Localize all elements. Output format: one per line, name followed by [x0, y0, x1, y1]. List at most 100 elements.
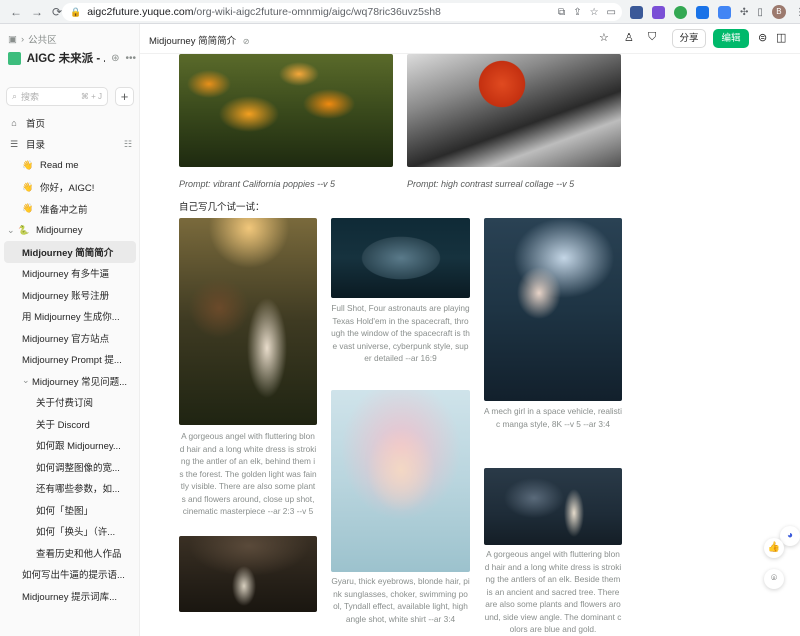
share-button[interactable]: 分享 — [672, 29, 706, 48]
astronauts-poker-image[interactable] — [331, 218, 470, 298]
sidebar-item-label: Midjourney 常见问题... — [32, 376, 128, 388]
sidebar-item[interactable]: ⌄ Midjourney 常见问题... — [4, 370, 136, 392]
sidebar-item-label: 如何跟 Midjourney... — [36, 441, 121, 453]
extension-icon[interactable] — [674, 5, 687, 19]
sidebar-item[interactable]: 👋 准备冲之前 — [4, 198, 136, 220]
prompt-astronauts-text: Full Shot, Four astronauts are playing T… — [331, 303, 470, 363]
sidebar-item[interactable]: 如何写出牛逼的提示语... — [4, 564, 136, 586]
angel-elk-image[interactable] — [179, 218, 317, 425]
sidebar-item-label: 目录 — [26, 140, 46, 152]
prompt-mech-text: A mech girl in a space vehicle, realisti… — [484, 406, 622, 429]
sidebar-item[interactable]: ⌄ 🐍 Midjourney — [4, 220, 136, 242]
split-view-icon[interactable]: ▯ — [757, 7, 763, 18]
reload-icon[interactable]: ⟳ — [52, 5, 62, 19]
emoji-icon: 👋 — [22, 181, 34, 192]
gyaru-portrait-image[interactable] — [331, 390, 470, 572]
angel-tree-image[interactable] — [484, 468, 622, 545]
translate-icon[interactable] — [718, 5, 731, 19]
puzzle-icon[interactable]: ✣ — [740, 7, 748, 18]
sidebar-item[interactable]: ☰ 目录 ☷ — [4, 134, 136, 156]
sidebar-item-label: 查看历史和他人作品 — [36, 548, 122, 560]
angel-forest-small-image[interactable] — [179, 536, 317, 612]
caption-collage: Prompt: high contrast surreal collage --… — [407, 179, 575, 189]
breadcrumb-space[interactable]: 公共区 — [28, 32, 57, 46]
comment-icon[interactable]: ⌾ — [764, 569, 784, 589]
sidebar-item[interactable]: 👋 Read me — [4, 155, 136, 177]
profile-avatar[interactable]: B — [771, 5, 786, 19]
sidebar-item[interactable]: Midjourney 提示词库... — [4, 585, 136, 607]
surreal-collage-image[interactable] — [407, 54, 621, 167]
sidebar-item[interactable]: Midjourney 有多牛逼 — [4, 263, 136, 285]
doc-content: Prompt: vibrant California poppies --v 5… — [140, 54, 800, 636]
sidebar-item[interactable]: Midjourney 账号注册 — [4, 284, 136, 306]
sidebar-item[interactable]: 关于付费订阅 — [4, 392, 136, 414]
sidebar-item-label: 关于付费订阅 — [36, 398, 94, 410]
back-icon[interactable]: ← — [10, 5, 22, 19]
toc-settings-icon[interactable]: ☷ — [124, 139, 132, 150]
sidebar-item-label: Midjourney 提示词库... — [22, 591, 118, 603]
bookmark-star-icon[interactable]: ☆ — [590, 7, 599, 18]
sidebar-item[interactable]: Midjourney 官方站点 — [4, 327, 136, 349]
doc-header: Midjourney 简简简介 ⊘ ☆ ♙ ⛉ 分享 编辑 ⊜ ◫ — [140, 24, 800, 54]
install-icon[interactable]: ⧉ — [558, 7, 565, 18]
sidebar-item-label: 关于 Discord — [36, 419, 90, 431]
sidebar-item[interactable]: ⌂ 首页 — [4, 112, 136, 134]
share-page-icon[interactable]: ⇪ — [573, 7, 581, 18]
extension-icon[interactable] — [652, 5, 665, 19]
poppies-image[interactable] — [179, 54, 393, 167]
sidebar-item-label: Midjourney 官方站点 — [22, 333, 110, 345]
sidebar-item[interactable]: 如何跟 Midjourney... — [4, 435, 136, 457]
prompt-angel2-text: A gorgeous angel with fluttering blond h… — [484, 549, 622, 634]
sidebar-item[interactable]: 👋 你好，AIGC! — [4, 177, 136, 199]
sidebar-panel-icon[interactable]: ▭ — [607, 7, 616, 18]
breadcrumb[interactable]: ▣ › 公共区 — [8, 32, 57, 47]
more-options-icon[interactable]: ••• — [125, 53, 136, 64]
sidebar-item[interactable]: 如何「换头」（许... — [4, 521, 136, 543]
sidebar-item-label: 准备冲之前 — [40, 204, 88, 216]
extension-icon[interactable] — [696, 5, 709, 19]
sidebar-item[interactable]: 如何「垫图」 — [4, 499, 136, 521]
add-button[interactable]: + — [115, 87, 134, 106]
forward-icon[interactable]: → — [31, 5, 43, 19]
comments-icon[interactable]: ⊜ — [758, 31, 767, 44]
emoji-icon: 👋 — [22, 203, 34, 214]
page-title: Midjourney 简简简介 — [149, 36, 237, 47]
doc-title-area: Midjourney 简简简介 ⊘ — [149, 33, 249, 47]
url-host: aigc2future.yuque.com — [87, 6, 194, 18]
chevron-down-icon[interactable]: ⌄ — [22, 375, 30, 386]
like-icon[interactable]: 👍 — [764, 538, 784, 558]
book-title[interactable]: AIGC 未来派 - ... — [27, 50, 105, 66]
sidebar: ▣ › 公共区 AIGC 未来派 - ... ⊛ ••• ⌕ 搜索 ⌘ + J … — [0, 24, 140, 636]
sidebar-item[interactable]: 如何调整图像的宽... — [4, 456, 136, 478]
outline-panel-icon[interactable]: ◫ — [776, 31, 786, 44]
present-icon[interactable]: ⛉ — [648, 31, 656, 44]
edit-button[interactable]: 编辑 — [713, 29, 749, 48]
more-icon[interactable]: ⋮ — [795, 7, 800, 18]
browser-toolbar: ← → ⟳ 🔒 aigc2future.yuque.com /org-wiki-… — [0, 0, 800, 24]
star-icon[interactable]: ☆ — [599, 31, 609, 44]
search-shortcut: ⌘ + J — [80, 92, 102, 101]
sidebar-item[interactable]: 关于 Discord — [4, 413, 136, 435]
sidebar-item[interactable]: 还有哪些参数，如... — [4, 478, 136, 500]
prompt-gyaru-text: Gyaru, thick eyebrows, blonde hair, pink… — [331, 576, 470, 624]
extension-icon[interactable] — [630, 5, 643, 19]
sidebar-item[interactable]: Midjourney 简简简介 — [4, 241, 136, 263]
sidebar-item[interactable]: 用 Midjourney 生成你... — [4, 306, 136, 328]
search-input[interactable]: ⌕ 搜索 ⌘ + J — [6, 87, 108, 106]
chevron-down-icon[interactable]: ⌄ — [7, 225, 15, 236]
sidebar-item-label: Midjourney Prompt 提... — [22, 355, 122, 367]
mech-girl-image[interactable] — [484, 218, 622, 401]
emoji-icon: 🐍 — [18, 224, 30, 235]
book-header[interactable]: AIGC 未来派 - ... ⊛ ••• — [8, 50, 136, 66]
sidebar-item[interactable]: 查看历史和他人作品 — [4, 542, 136, 564]
toc-list: ⌂ 首页 ☰ 目录 ☷ 👋 Read me 👋 你好，AIGC! 👋 准备冲之前 ⌄ 🐍 Midjourn… — [4, 112, 136, 607]
sidebar-item-label: Midjourney 账号注册 — [22, 290, 110, 302]
sidebar-item[interactable]: Midjourney Prompt 提... — [4, 349, 136, 371]
settings-icon[interactable]: ⊛ — [111, 53, 119, 64]
address-bar[interactable]: 🔒 aigc2future.yuque.com /org-wiki-aigc2f… — [62, 3, 622, 21]
sidebar-item-label: 你好，AIGC! — [40, 183, 95, 195]
toc-icon: ☰ — [9, 138, 19, 149]
collaborator-icon[interactable]: ♙ — [624, 31, 634, 44]
caption-poppies: Prompt: vibrant California poppies --v 5 — [179, 179, 336, 189]
sidebar-item-label: 如何「换头」（许... — [36, 527, 116, 539]
